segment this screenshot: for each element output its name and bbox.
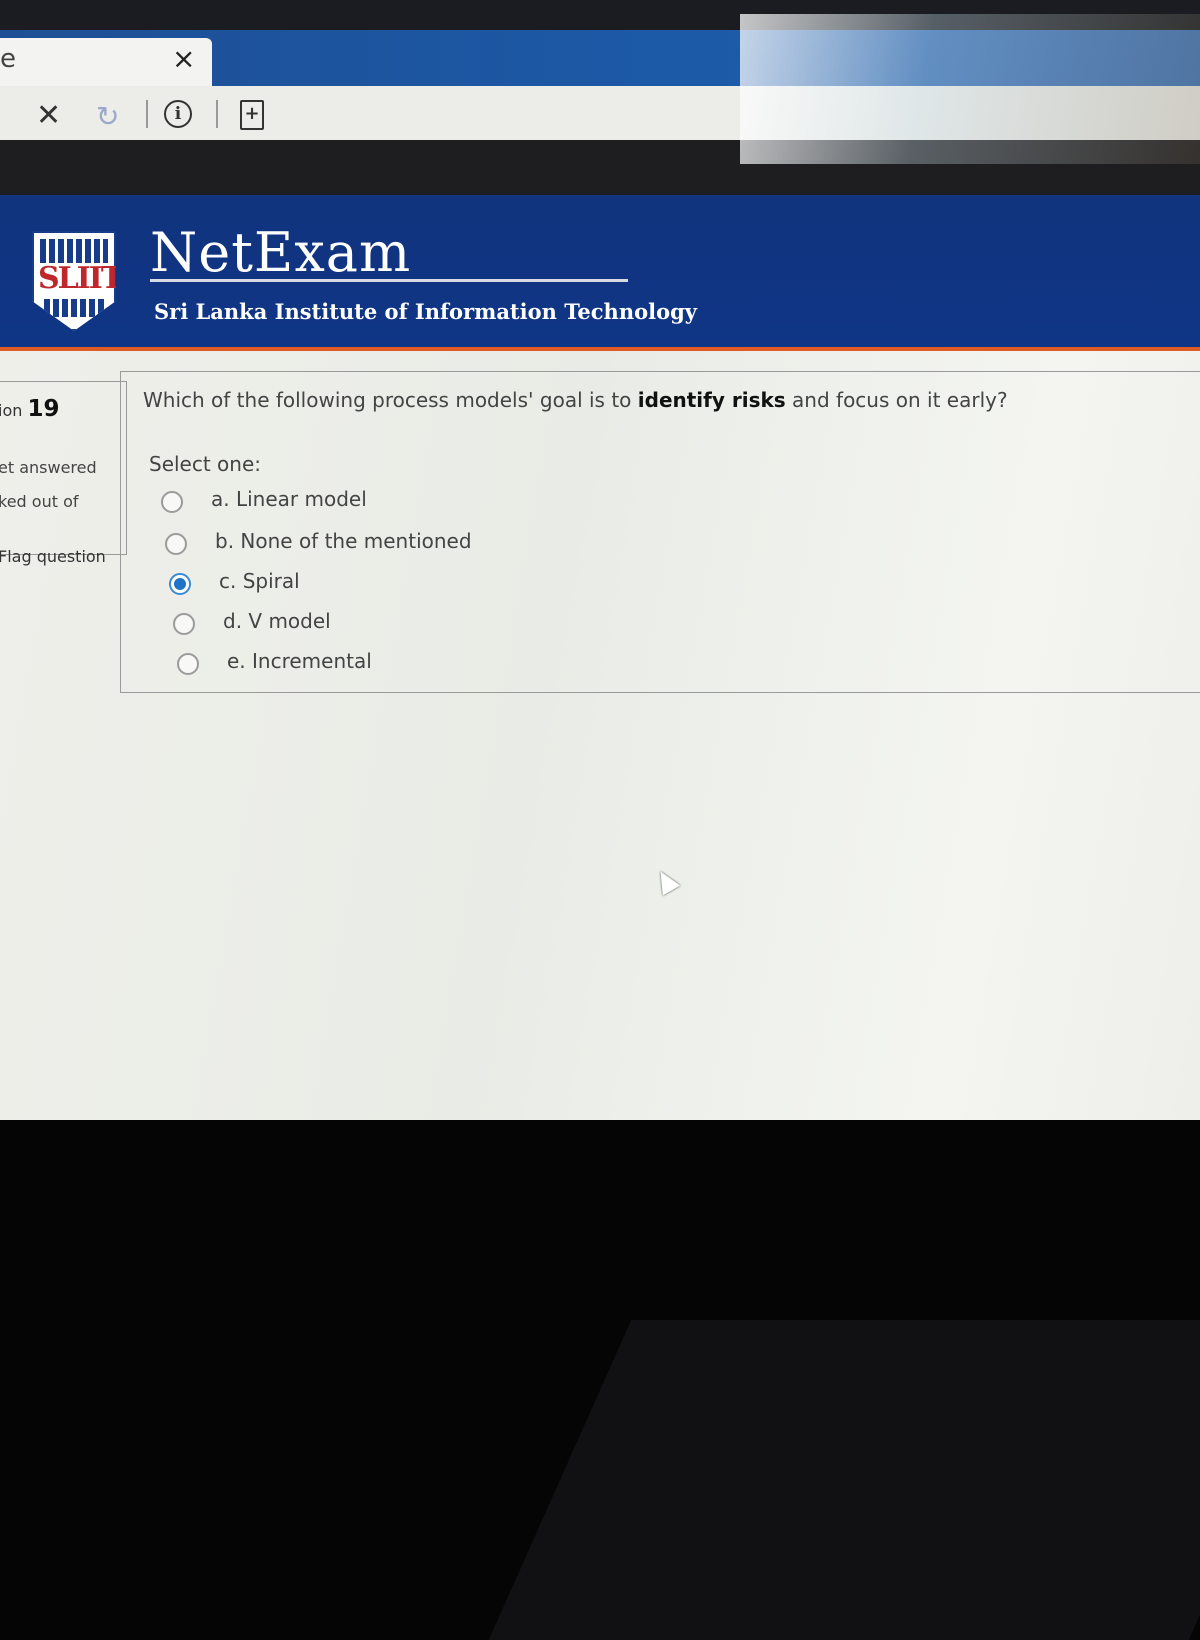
radio-button[interactable] <box>177 653 199 675</box>
browser-tab[interactable]: e × <box>0 38 212 86</box>
question-status: et answered <box>0 458 97 477</box>
radio-button[interactable] <box>173 613 195 635</box>
question-text: Which of the following process models' g… <box>143 388 1008 412</box>
radio-button[interactable] <box>165 533 187 555</box>
question-text-start: Which of the following process models' g… <box>143 388 638 412</box>
question-panel: Which of the following process models' g… <box>120 371 1200 693</box>
question-text-end: and focus on it early? <box>785 388 1008 412</box>
logo-text: SLIIT <box>38 261 122 296</box>
question-info-panel: ion 19 et answered ked out of Flag quest… <box>0 381 127 566</box>
logo-pattern <box>40 239 108 263</box>
option-label[interactable]: c. Spiral <box>219 569 300 593</box>
reload-icon[interactable]: ↻ <box>96 100 119 133</box>
radio-button[interactable] <box>161 491 183 513</box>
stop-icon[interactable]: ✕ <box>36 98 61 133</box>
question-marks: ked out of <box>0 492 79 511</box>
brand-title: NetExam <box>150 221 412 284</box>
quiz-content: ion 19 et answered ked out of Flag quest… <box>0 351 1200 1120</box>
logo-pattern <box>44 299 104 317</box>
desk-shadow <box>488 1320 1200 1640</box>
toolbar-divider <box>216 100 218 128</box>
flag-question-link[interactable]: Flag question <box>0 547 106 566</box>
option-label[interactable]: a. Linear model <box>211 487 367 511</box>
question-label: ion <box>0 401 23 420</box>
brand-divider <box>150 279 628 282</box>
question-number: ion 19 <box>0 396 59 422</box>
institute-name: Sri Lanka Institute of Information Techn… <box>154 299 697 324</box>
question-highlight: identify risks <box>637 388 786 412</box>
monitor-screen: e × ✕ ↻ i + SLIIT NetExam Sri Lanka Inst… <box>0 0 1200 1120</box>
tab-close-icon[interactable]: × <box>172 42 195 75</box>
radio-button-selected[interactable] <box>169 573 191 595</box>
site-header: SLIIT NetExam Sri Lanka Institute of Inf… <box>0 195 1200 351</box>
toolbar-divider <box>146 100 148 128</box>
option-label[interactable]: d. V model <box>223 609 331 633</box>
option-label[interactable]: e. Incremental <box>227 649 372 673</box>
option-label[interactable]: b. None of the mentioned <box>215 529 472 553</box>
window-reflection <box>740 14 1200 164</box>
tab-title: e <box>0 44 16 74</box>
select-prompt: Select one: <box>149 452 262 476</box>
site-info-icon[interactable]: i <box>164 100 192 128</box>
new-page-icon[interactable]: + <box>240 100 264 130</box>
question-number-value: 19 <box>27 396 60 422</box>
sliit-logo[interactable]: SLIIT <box>32 231 116 331</box>
